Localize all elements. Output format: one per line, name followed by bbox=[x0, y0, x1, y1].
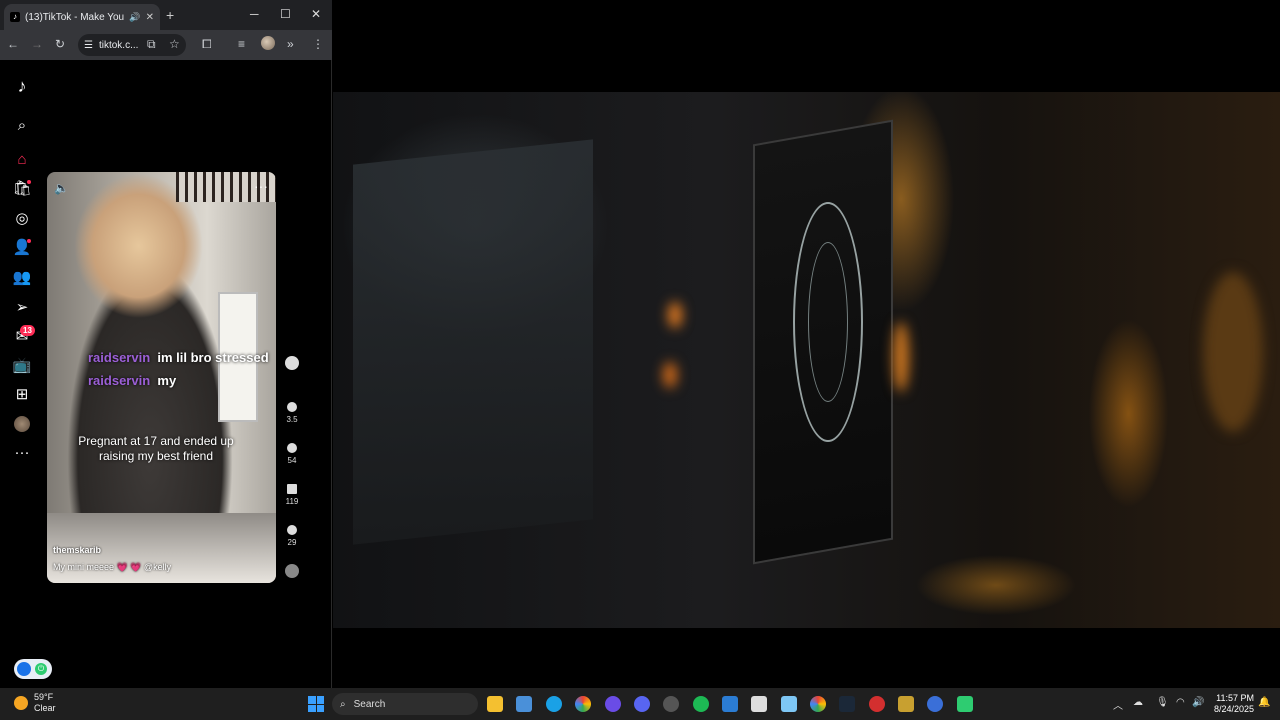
speaker-icon[interactable]: 🔊 bbox=[129, 12, 140, 23]
chrome-active-icon[interactable] bbox=[810, 696, 826, 712]
tab-title: (13)TikTok - Make Your Day bbox=[25, 11, 125, 23]
title-bar: ♪ (13)TikTok - Make Your Day 🔊 ✕ + ─ ☐ ✕ bbox=[0, 0, 332, 30]
chrome-icon[interactable] bbox=[575, 696, 591, 712]
back-icon[interactable]: ← bbox=[7, 37, 19, 51]
browser-tab[interactable]: ♪ (13)TikTok - Make Your Day 🔊 ✕ bbox=[4, 4, 160, 30]
maximize-icon[interactable]: ☐ bbox=[280, 7, 291, 21]
taskbar: 59°F Clear ⌕ Search ︿ ☁ 🎙 ◠ 🔊 11:57 PM 8… bbox=[0, 688, 1280, 720]
tiktok-logo-icon[interactable]: ♪ bbox=[12, 76, 32, 96]
onedrive-icon[interactable]: ☁ bbox=[1133, 697, 1143, 708]
messages-icon[interactable]: ➢ bbox=[12, 297, 32, 317]
notification-icon[interactable]: 🔔 bbox=[1258, 697, 1270, 708]
browser-window: ♪ (13)TikTok - Make Your Day 🔊 ✕ + ─ ☐ ✕… bbox=[0, 0, 332, 688]
volume-icon[interactable]: 🔈 bbox=[54, 181, 69, 195]
weather-temp: 59°F bbox=[34, 692, 54, 702]
profile-icon[interactable] bbox=[12, 414, 32, 434]
background-video-frame bbox=[333, 92, 1280, 628]
search-label: Search bbox=[353, 698, 386, 710]
minimize-icon[interactable]: ─ bbox=[250, 7, 259, 21]
home-icon[interactable]: ⌂ bbox=[12, 149, 32, 169]
save-button[interactable]: 119 bbox=[284, 484, 300, 506]
friends-icon[interactable]: 👥 bbox=[12, 267, 32, 287]
tiktok-sidebar: ♪ ⌕ ⌂ 🛍 ◎ 👤 👥 ➢ ✉ 📺 ⊞ ··· bbox=[0, 60, 46, 688]
chevron-up-icon[interactable]: ︿ bbox=[1113, 697, 1123, 712]
notepad-icon[interactable] bbox=[781, 696, 797, 712]
chevron-right-icon[interactable]: » bbox=[287, 37, 294, 51]
blue-app-icon[interactable] bbox=[927, 696, 943, 712]
upload-icon[interactable]: ⊞ bbox=[12, 384, 32, 404]
github-icon[interactable] bbox=[663, 696, 679, 712]
site-info-icon[interactable]: ☰ bbox=[84, 40, 93, 51]
comment-button[interactable]: 54 bbox=[284, 443, 300, 465]
music-disc[interactable] bbox=[284, 564, 300, 581]
profile-avatar[interactable] bbox=[261, 36, 275, 50]
microphone-icon[interactable]: 🎙 bbox=[1156, 697, 1169, 708]
orange-light bbox=[893, 322, 909, 392]
reload-icon[interactable]: ↻ bbox=[55, 37, 65, 51]
search-icon: ⌕ bbox=[340, 698, 346, 710]
system-clock[interactable]: 11:57 PM 8/24/2025 bbox=[1208, 693, 1254, 715]
search-icon[interactable]: ⌕ bbox=[12, 115, 32, 135]
radar-inner-graphic bbox=[808, 242, 848, 402]
shop-notification-dot bbox=[27, 180, 31, 184]
video-description: My mini meeee 💗 💗 @kelly bbox=[53, 562, 172, 572]
more-icon[interactable]: ··· bbox=[12, 442, 32, 462]
extension-icon bbox=[17, 662, 31, 676]
steam-icon[interactable] bbox=[839, 696, 855, 712]
power-icon: ⏻ bbox=[35, 663, 47, 675]
creator-avatar[interactable] bbox=[284, 356, 300, 373]
video-overlay-text: Pregnant at 17 and ended up raising my b… bbox=[78, 434, 234, 463]
inbox-badge: 13 bbox=[20, 325, 35, 336]
discord-icon[interactable] bbox=[634, 696, 650, 712]
install-app-icon[interactable]: ⧉ bbox=[147, 37, 156, 52]
weather-icon bbox=[14, 696, 28, 710]
red-app-icon[interactable] bbox=[869, 696, 885, 712]
forward-icon[interactable]: → bbox=[31, 37, 43, 51]
store-icon[interactable] bbox=[516, 696, 532, 712]
new-tab-button[interactable]: + bbox=[166, 7, 174, 23]
media-player-icon[interactable] bbox=[605, 696, 621, 712]
live-comment-2: raidservin my bbox=[88, 373, 177, 388]
live-comment-1: raidservin im lil bro stressed bbox=[88, 350, 269, 365]
photos-icon[interactable] bbox=[722, 696, 738, 712]
extensions-icon[interactable]: ⧠ bbox=[202, 37, 212, 52]
browser-toolbar: ← → ↻ ☰ tiktok.c... ⧉ ☆ ⧠ ≡ » ⋮ bbox=[0, 30, 332, 60]
more-options-icon[interactable]: ··· bbox=[254, 178, 268, 194]
weather-widget[interactable]: 59°F Clear bbox=[14, 692, 56, 714]
green-app-icon[interactable] bbox=[957, 696, 973, 712]
explore-icon[interactable]: ◎ bbox=[12, 208, 32, 228]
share-button[interactable]: 29 bbox=[284, 525, 300, 547]
weather-desc: Clear bbox=[34, 703, 56, 713]
blurred-monitor bbox=[353, 139, 593, 545]
spotify-icon[interactable] bbox=[693, 696, 709, 712]
menu-dots-icon[interactable]: ⋮ bbox=[312, 37, 324, 51]
taskbar-search[interactable]: ⌕ Search bbox=[332, 693, 478, 715]
wifi-icon[interactable]: ◠ bbox=[1176, 697, 1185, 708]
shield-app-icon[interactable] bbox=[898, 696, 914, 712]
volume-icon[interactable]: 🔊 bbox=[1192, 697, 1204, 708]
orange-light bbox=[663, 362, 677, 388]
url-text: tiktok.c... bbox=[98, 39, 139, 51]
extension-toggle[interactable]: ⏻ bbox=[14, 659, 52, 679]
file-explorer-icon[interactable] bbox=[487, 696, 503, 712]
windows-start-icon[interactable] bbox=[308, 696, 324, 712]
orange-light bbox=[668, 302, 682, 328]
video-author[interactable]: themskarib bbox=[53, 545, 101, 555]
following-notification-dot bbox=[27, 239, 31, 243]
live-icon[interactable]: 📺 bbox=[12, 355, 32, 375]
close-tab-icon[interactable]: ✕ bbox=[146, 12, 154, 23]
like-button[interactable]: 3.5 bbox=[284, 402, 300, 424]
bookmark-star-icon[interactable]: ☆ bbox=[169, 37, 180, 51]
capcut-icon[interactable] bbox=[751, 696, 767, 712]
edge-icon[interactable] bbox=[546, 696, 562, 712]
tiktok-favicon-icon: ♪ bbox=[10, 12, 20, 22]
close-window-icon[interactable]: ✕ bbox=[311, 7, 321, 21]
media-control-icon[interactable]: ≡ bbox=[238, 37, 245, 51]
orange-light bbox=[1203, 272, 1263, 432]
